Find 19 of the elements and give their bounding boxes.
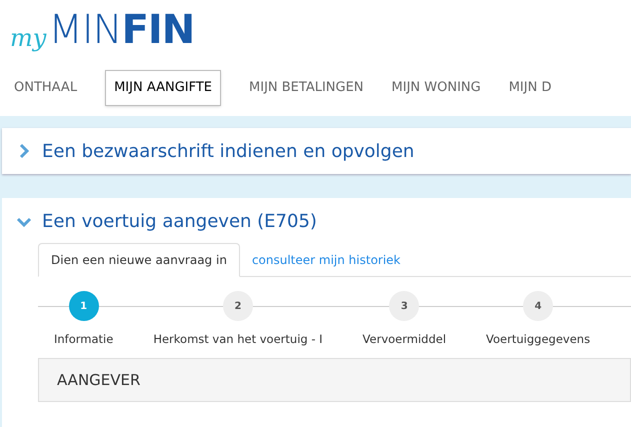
nav-tab[interactable]: MIJN BETALINGEN bbox=[249, 71, 364, 105]
step-label: Herkomst van het voertuig - I bbox=[153, 331, 323, 348]
step-label: Voertuiggegevens bbox=[486, 331, 590, 348]
section-title[interactable]: Een bezwaarschrift indienen en opvolgen bbox=[42, 138, 414, 164]
tab[interactable]: Dien een nieuwe aanvraag in bbox=[38, 243, 240, 277]
nav-tab[interactable]: MIJN D bbox=[508, 71, 552, 105]
step-number: 2 bbox=[222, 291, 253, 321]
tab[interactable]: consulteer mijn historiek bbox=[240, 243, 413, 276]
step-number: 3 bbox=[389, 291, 420, 321]
nav-tab[interactable]: ONTHAAL bbox=[14, 71, 78, 105]
section-title[interactable]: Een voertuig aangeven (E705) bbox=[42, 208, 317, 235]
step-label: Vervoermiddel bbox=[362, 331, 446, 348]
nav-tab[interactable]: MIJN AANGIFTE bbox=[105, 70, 222, 106]
panel-title: AANGEVER bbox=[57, 370, 140, 391]
step-number: 1 bbox=[68, 291, 99, 321]
step-number: 4 bbox=[523, 291, 554, 321]
nav-tab[interactable]: MIJN WONING bbox=[392, 71, 481, 105]
logo[interactable]: my MIN FIN bbox=[10, 10, 194, 50]
step-label: Informatie bbox=[54, 331, 114, 348]
